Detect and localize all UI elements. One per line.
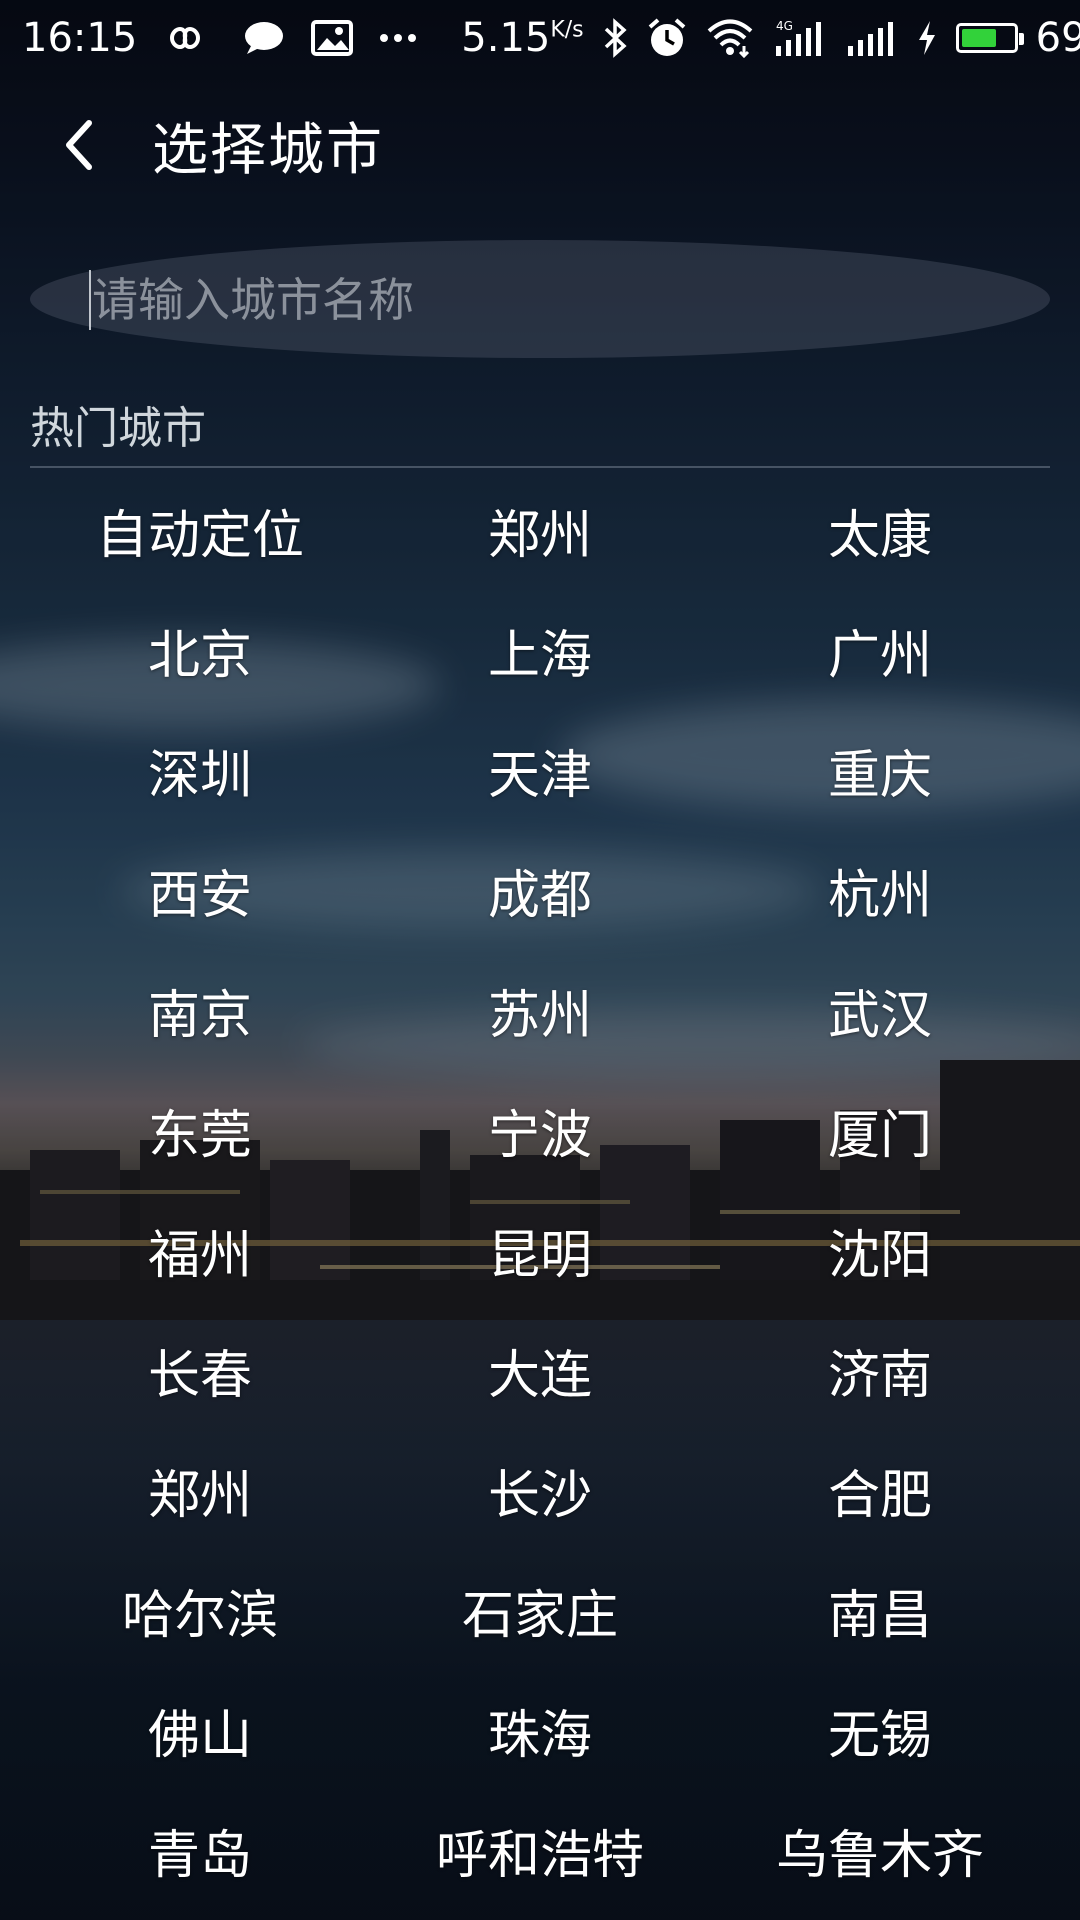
chevron-left-icon — [66, 120, 92, 170]
city-item[interactable]: 福州 — [30, 1190, 370, 1310]
screen: 16:15 5.15K/s 4G 69 选择城市 请输入城市名称 热门城市 自动… — [0, 0, 1080, 1920]
city-item[interactable]: 重庆 — [710, 710, 1050, 830]
page-title: 选择城市 — [152, 117, 384, 183]
city-item[interactable]: 武汉 — [710, 950, 1050, 1070]
city-item[interactable]: 广州 — [710, 590, 1050, 710]
more-dots-icon — [379, 33, 417, 43]
city-item[interactable]: 郑州 — [370, 470, 710, 590]
net-speed: 5.15K/s — [461, 15, 583, 61]
city-item[interactable]: 宁波 — [370, 1070, 710, 1190]
city-item[interactable]: 昆明 — [370, 1190, 710, 1310]
city-item[interactable]: 青岛 — [30, 1790, 370, 1910]
city-item[interactable]: 长沙 — [370, 1430, 710, 1550]
city-item[interactable]: 哈尔滨 — [30, 1550, 370, 1670]
net-speed-unit: K/s — [550, 17, 584, 43]
battery-icon — [955, 23, 1024, 53]
city-item[interactable]: 北京 — [30, 590, 370, 710]
city-item[interactable]: 上海 — [370, 590, 710, 710]
svg-text:4G: 4G — [776, 19, 793, 33]
city-item[interactable]: 南昌 — [710, 1550, 1050, 1670]
city-item[interactable]: 合肥 — [710, 1430, 1050, 1550]
text-cursor — [89, 270, 91, 330]
city-item[interactable]: 呼和浩特 — [370, 1790, 710, 1910]
city-item[interactable]: 太康 — [710, 470, 1050, 590]
net-speed-value: 5.15 — [461, 15, 551, 61]
battery-level: 69 — [1035, 15, 1080, 61]
signal-icon — [844, 18, 898, 58]
city-item[interactable]: 珠海 — [370, 1670, 710, 1790]
section-title-hot-cities: 热门城市 — [30, 403, 206, 454]
city-item[interactable]: 沈阳 — [710, 1190, 1050, 1310]
infinity-icon — [163, 23, 217, 53]
city-item[interactable]: 杭州 — [710, 830, 1050, 950]
city-search-input[interactable] — [90, 260, 994, 340]
city-item[interactable]: 成都 — [370, 830, 710, 950]
top-app-bar: 选择城市 — [0, 90, 1080, 200]
charging-icon — [916, 19, 938, 57]
signal-4g-icon: 4G — [772, 18, 826, 58]
battery-fill — [961, 29, 997, 47]
city-item[interactable]: 乌鲁木齐 — [710, 1790, 1050, 1910]
city-item[interactable]: 石家庄 — [370, 1550, 710, 1670]
city-item[interactable]: 佛山 — [30, 1670, 370, 1790]
bluetooth-icon — [602, 18, 628, 58]
city-item[interactable]: 西安 — [30, 830, 370, 950]
alarm-icon — [646, 17, 688, 59]
city-item[interactable]: 深圳 — [30, 710, 370, 830]
wifi-icon — [706, 18, 754, 58]
city-item[interactable]: 苏州 — [370, 950, 710, 1070]
city-item[interactable]: 郑州 — [30, 1430, 370, 1550]
status-time: 16:15 — [22, 15, 138, 61]
city-item[interactable]: 天津 — [370, 710, 710, 830]
city-item[interactable]: 厦门 — [710, 1070, 1050, 1190]
hot-city-grid: 自动定位 郑州 太康 北京 上海 广州 深圳 天津 重庆 西安 成都 杭州 南京… — [30, 470, 1050, 1910]
city-item[interactable]: 大连 — [370, 1310, 710, 1430]
status-bar: 16:15 5.15K/s 4G 69 — [0, 0, 1080, 76]
back-button[interactable] — [24, 90, 134, 200]
city-item[interactable]: 自动定位 — [30, 470, 370, 590]
chat-bubble-icon — [243, 20, 285, 56]
image-icon — [311, 20, 354, 56]
search-box[interactable] — [30, 240, 1050, 358]
section-divider — [30, 466, 1050, 468]
city-item[interactable]: 长春 — [30, 1310, 370, 1430]
city-item[interactable]: 东莞 — [30, 1070, 370, 1190]
city-item[interactable]: 无锡 — [710, 1670, 1050, 1790]
city-item[interactable]: 济南 — [710, 1310, 1050, 1430]
city-item[interactable]: 南京 — [30, 950, 370, 1070]
